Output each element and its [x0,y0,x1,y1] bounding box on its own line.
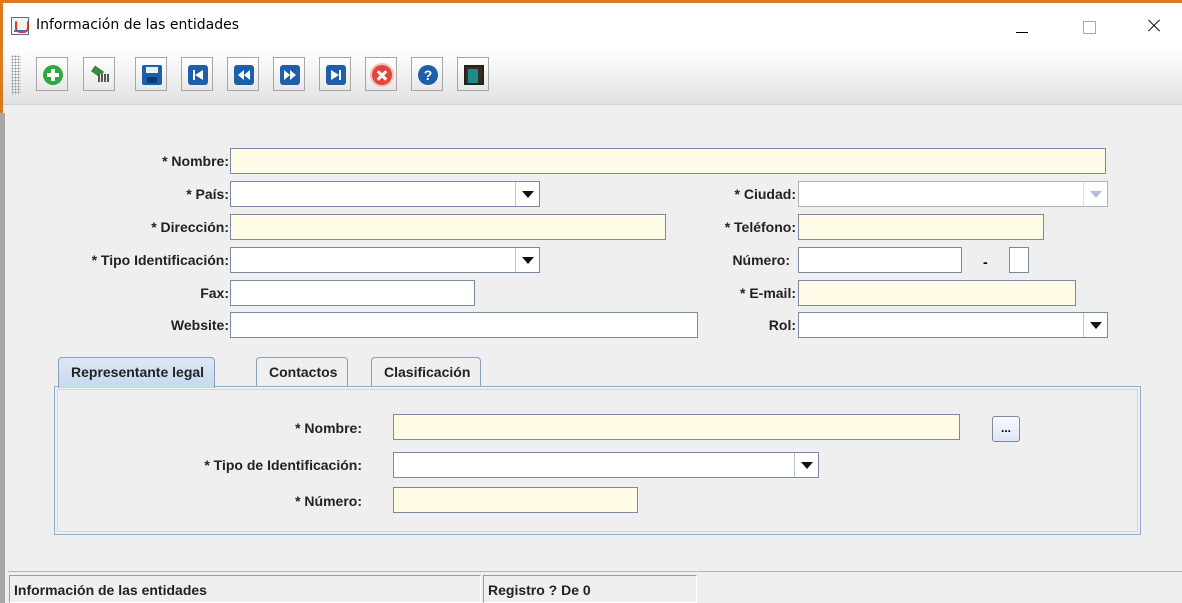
chevron-down-icon[interactable] [794,453,818,477]
save-button[interactable] [135,57,167,91]
rep-nombre-label: * Nombre: [295,420,362,436]
rewind-icon [234,65,254,85]
telefono-input[interactable] [798,214,1044,240]
rep-tipo-identificacion-label: * Tipo de Identificación: [204,457,362,473]
rep-numero-input[interactable] [393,487,638,513]
java-app-icon [11,17,29,35]
status-bar: Información de las entidades Registro ? … [8,571,1182,603]
exit-door-icon [464,65,484,85]
previous-record-button[interactable] [227,57,259,91]
chevron-down-icon[interactable] [1083,182,1107,206]
next-record-button[interactable] [273,57,305,91]
chevron-down-icon[interactable] [515,248,539,272]
tab-representante-legal[interactable]: Representante legal [58,357,216,388]
numero-separator: - [983,254,988,270]
telefono-label: * Teléfono: [724,219,796,235]
fax-input[interactable] [230,280,475,306]
numero-input[interactable] [798,247,962,273]
numero-label: Número: [732,252,790,268]
ciudad-label: * Ciudad: [734,186,796,202]
help-button[interactable]: ? [411,57,443,91]
nombre-input[interactable] [230,148,1106,174]
fast-forward-icon [280,65,300,85]
chevron-down-icon[interactable] [515,182,539,206]
plus-circle-icon [43,65,63,85]
add-button[interactable] [36,57,68,91]
browse-representante-button[interactable]: ... [992,416,1020,442]
pais-select[interactable] [230,181,540,207]
direccion-input[interactable] [230,214,666,240]
status-record-counter: Registro ? De 0 [483,575,697,603]
website-input[interactable] [230,312,698,338]
last-record-button[interactable] [319,57,351,91]
clear-button[interactable] [83,57,115,91]
email-input[interactable] [798,280,1076,306]
direccion-label: * Dirección: [151,219,229,235]
title-bar: Información de las entidades [3,3,1182,47]
close-circle-icon [372,65,392,85]
tipo-identificacion-select[interactable] [230,247,540,273]
ciudad-select[interactable] [798,181,1108,207]
cancel-button[interactable] [365,57,397,91]
floppy-disk-icon [142,65,162,85]
rep-nombre-input[interactable] [393,414,960,440]
window: Información de las entidades ? * Nombre:… [0,0,1182,603]
nombre-label: * Nombre: [162,153,229,169]
window-title: Información de las entidades [36,17,239,33]
rol-label: Rol: [768,317,796,333]
skip-last-icon [326,65,346,85]
broom-icon [90,65,110,85]
rep-numero-label: * Número: [295,493,362,509]
pais-label: * País: [186,186,229,202]
question-icon: ? [418,65,438,85]
digito-verificacion-input[interactable] [1009,247,1029,273]
tab-contactos[interactable]: Contactos [256,357,349,387]
skip-first-icon [188,65,208,85]
close-window-button[interactable] [1130,9,1176,41]
minimize-button[interactable] [998,9,1044,41]
first-record-button[interactable] [181,57,213,91]
fax-label: Fax: [200,285,229,301]
tipo-identificacion-label: * Tipo Identificación: [91,252,229,268]
window-border [0,113,8,603]
toolbar: ? [3,47,1182,105]
email-label: * E-mail: [739,285,796,301]
website-label: Website: [170,317,229,333]
tab-clasificacion[interactable]: Clasificación [371,357,482,387]
maximize-button[interactable] [1066,9,1112,41]
rol-select[interactable] [798,312,1108,338]
chevron-down-icon[interactable] [1083,313,1107,337]
exit-button[interactable] [457,57,489,91]
rep-tipo-identificacion-select[interactable] [393,452,819,478]
status-title: Información de las entidades [9,575,481,603]
toolbar-grip[interactable] [11,55,21,95]
